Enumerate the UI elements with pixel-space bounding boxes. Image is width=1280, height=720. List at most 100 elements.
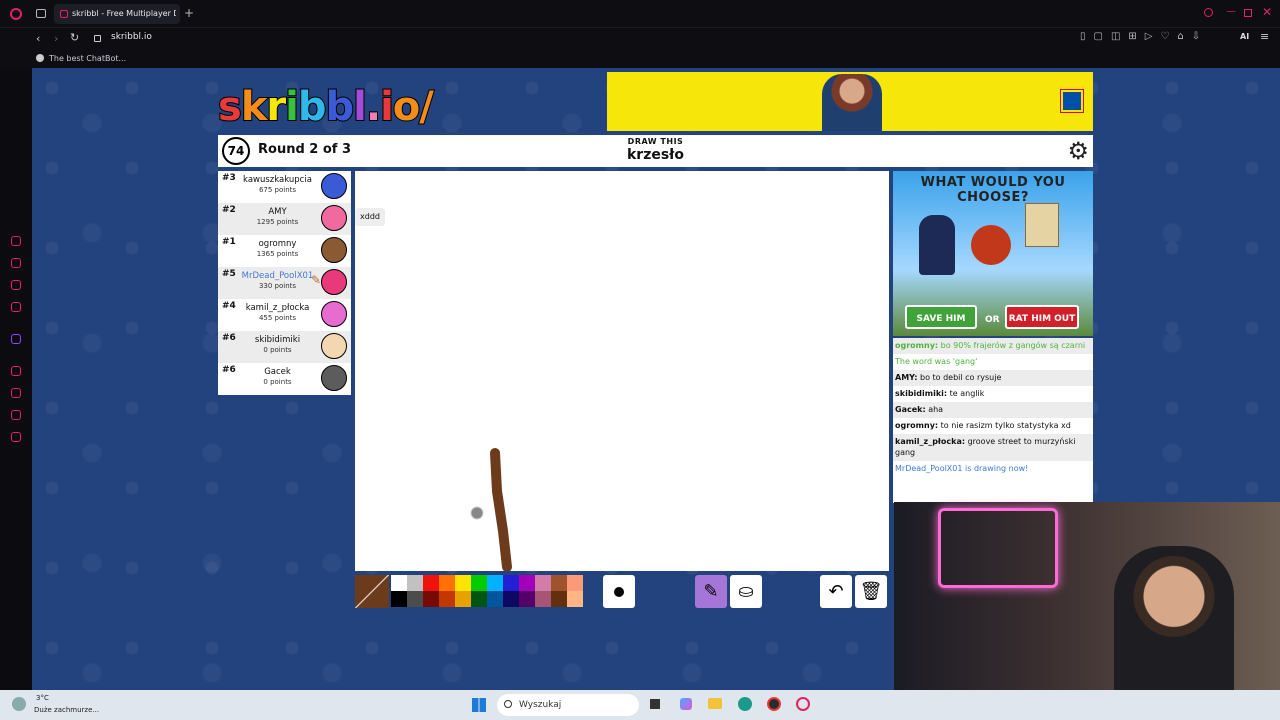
skribbl-logo: skribbl.io/	[217, 83, 435, 131]
chat-message: MrDead_PoolX01 is drawing now!	[893, 461, 1093, 477]
ad-save-him-button[interactable]: SAVE HIM	[905, 305, 977, 329]
color-palette	[391, 575, 599, 608]
chrome-icon[interactable]	[767, 697, 781, 711]
ad-rat-him-out-button[interactable]: RAT HIM OUT	[1005, 305, 1079, 329]
side-ad[interactable]: WHAT WOULD YOU CHOOSE? SAVE HIM OR RAT H…	[893, 171, 1093, 336]
copilot-icon[interactable]	[680, 698, 692, 710]
draw-this-label: DRAW THIS	[627, 137, 684, 146]
settings-gear-icon[interactable]: ⚙	[1067, 139, 1089, 163]
color-swatch[interactable]	[391, 575, 407, 591]
taskview-icon[interactable]	[650, 699, 660, 709]
new-tab-button[interactable]: +	[184, 6, 194, 20]
player-row[interactable]: #4 kamil_z_płocka 455 points	[218, 299, 351, 331]
pencil-tool-button[interactable]: ✎	[695, 575, 727, 608]
player-row[interactable]: #3 kawuszkakupcia 675 points	[218, 171, 351, 203]
player-row[interactable]: #6 skibidimiki 0 points	[218, 331, 351, 363]
color-swatch[interactable]	[567, 575, 583, 591]
aria-ai-button[interactable]: AI	[1240, 32, 1249, 41]
color-swatch[interactable]	[407, 591, 423, 607]
maximize-button[interactable]	[1244, 9, 1252, 17]
color-swatch[interactable]	[503, 575, 519, 591]
sidebar-twitch-icon[interactable]	[11, 334, 21, 344]
color-swatch[interactable]	[487, 591, 503, 607]
search-tabs-icon[interactable]	[1204, 8, 1213, 17]
ad-or-label: OR	[985, 315, 1000, 325]
color-swatch[interactable]	[551, 591, 567, 607]
browser-toolbar-icons[interactable]: ▯▢◫⊞▷♡⌂⇩	[1080, 31, 1208, 42]
color-swatch[interactable]	[439, 575, 455, 591]
player-avatar	[321, 365, 347, 391]
forward-button[interactable]: ›	[54, 32, 58, 45]
chat-user: ogromny:	[895, 341, 939, 350]
opera-logo-icon[interactable]	[10, 8, 22, 20]
drawing-stroke	[470, 448, 512, 571]
color-swatch[interactable]	[519, 575, 535, 591]
color-swatch[interactable]	[391, 591, 407, 607]
color-swatch[interactable]	[471, 591, 487, 607]
player-row[interactable]: #6 Gacek 0 points	[218, 363, 351, 395]
color-swatch[interactable]	[535, 591, 551, 607]
weather-icon[interactable]	[12, 697, 26, 711]
color-swatch[interactable]	[551, 575, 567, 591]
windows-start-icon[interactable]	[472, 698, 486, 712]
chat-user: ogromny:	[895, 421, 939, 430]
color-swatch[interactable]	[423, 591, 439, 607]
sidebar-mail-icon[interactable]	[11, 302, 21, 312]
tab-favicon-icon	[60, 10, 68, 18]
fill-bucket-button[interactable]: ⛀	[730, 575, 762, 608]
drawing-pencil-icon: ✎	[310, 273, 321, 287]
player-row[interactable]: #2 AMY 1295 points	[218, 203, 351, 235]
player-avatar	[321, 333, 347, 359]
taskbar-search[interactable]: Wyszukaj	[497, 694, 639, 716]
ad-banner[interactable]	[607, 72, 1093, 131]
sidebar-social-icon[interactable]	[11, 258, 21, 268]
ad-person-image	[822, 74, 882, 131]
close-window-button[interactable]: ✕	[1262, 5, 1272, 19]
chat-text: bo to debil co rysuje	[920, 373, 1002, 382]
sidebar-ai-icon[interactable]	[11, 236, 21, 246]
color-swatch[interactable]	[455, 575, 471, 591]
sidebar-history-icon[interactable]	[11, 388, 21, 398]
bookmark-item[interactable]: The best ChatBot...	[49, 54, 126, 63]
player-row[interactable]: #1 ogromny 1365 points	[218, 235, 351, 267]
sidebar-settings-icon[interactable]	[11, 432, 21, 442]
minimize-button[interactable]: —	[1226, 6, 1236, 17]
color-swatch[interactable]	[423, 575, 439, 591]
tab-title: skribbl - Free Multiplayer D	[72, 9, 176, 18]
chat-user: AMY:	[895, 373, 918, 382]
color-swatch[interactable]	[471, 575, 487, 591]
url-field[interactable]: skribbl.io	[111, 32, 152, 42]
drawing-canvas[interactable]	[355, 171, 889, 571]
color-swatch[interactable]	[503, 591, 519, 607]
player-points: 0 points	[263, 346, 292, 354]
back-button[interactable]: ‹	[36, 32, 40, 45]
active-tab[interactable]: skribbl - Free Multiplayer D	[54, 4, 180, 24]
opera-taskbar-icon[interactable]	[796, 697, 810, 711]
player-points: 330 points	[258, 282, 297, 290]
color-swatch[interactable]	[407, 575, 423, 591]
undo-button[interactable]: ↶	[820, 575, 852, 608]
player-points: 1295 points	[256, 218, 299, 226]
browser-tab-bar: skribbl - Free Multiplayer D + — ✕	[0, 0, 1280, 28]
chat-text: aha	[928, 405, 944, 414]
sidebar-player-icon[interactable]	[11, 366, 21, 376]
color-swatch[interactable]	[567, 591, 583, 607]
sidebar-extensions-icon[interactable]	[11, 410, 21, 420]
file-explorer-icon[interactable]	[708, 698, 722, 709]
color-swatch[interactable]	[439, 591, 455, 607]
player-row-me[interactable]: #5 MrDead_PoolX01 330 points ✎	[218, 267, 351, 299]
edge-icon[interactable]	[738, 697, 752, 711]
color-swatch[interactable]	[535, 575, 551, 591]
current-color-preview	[355, 575, 389, 608]
player-avatar	[321, 301, 347, 327]
brush-size-button[interactable]	[603, 575, 635, 608]
reload-button[interactable]: ↻	[70, 31, 79, 44]
menu-icon[interactable]: ≡	[1260, 30, 1269, 43]
color-swatch[interactable]	[455, 591, 471, 607]
color-swatch[interactable]	[487, 575, 503, 591]
workspaces-icon[interactable]	[36, 9, 46, 18]
color-swatch[interactable]	[519, 591, 535, 607]
clear-trash-button[interactable]: 🗑	[855, 575, 887, 608]
chat-text: te anglik	[949, 389, 985, 398]
sidebar-messenger-icon[interactable]	[11, 280, 21, 290]
